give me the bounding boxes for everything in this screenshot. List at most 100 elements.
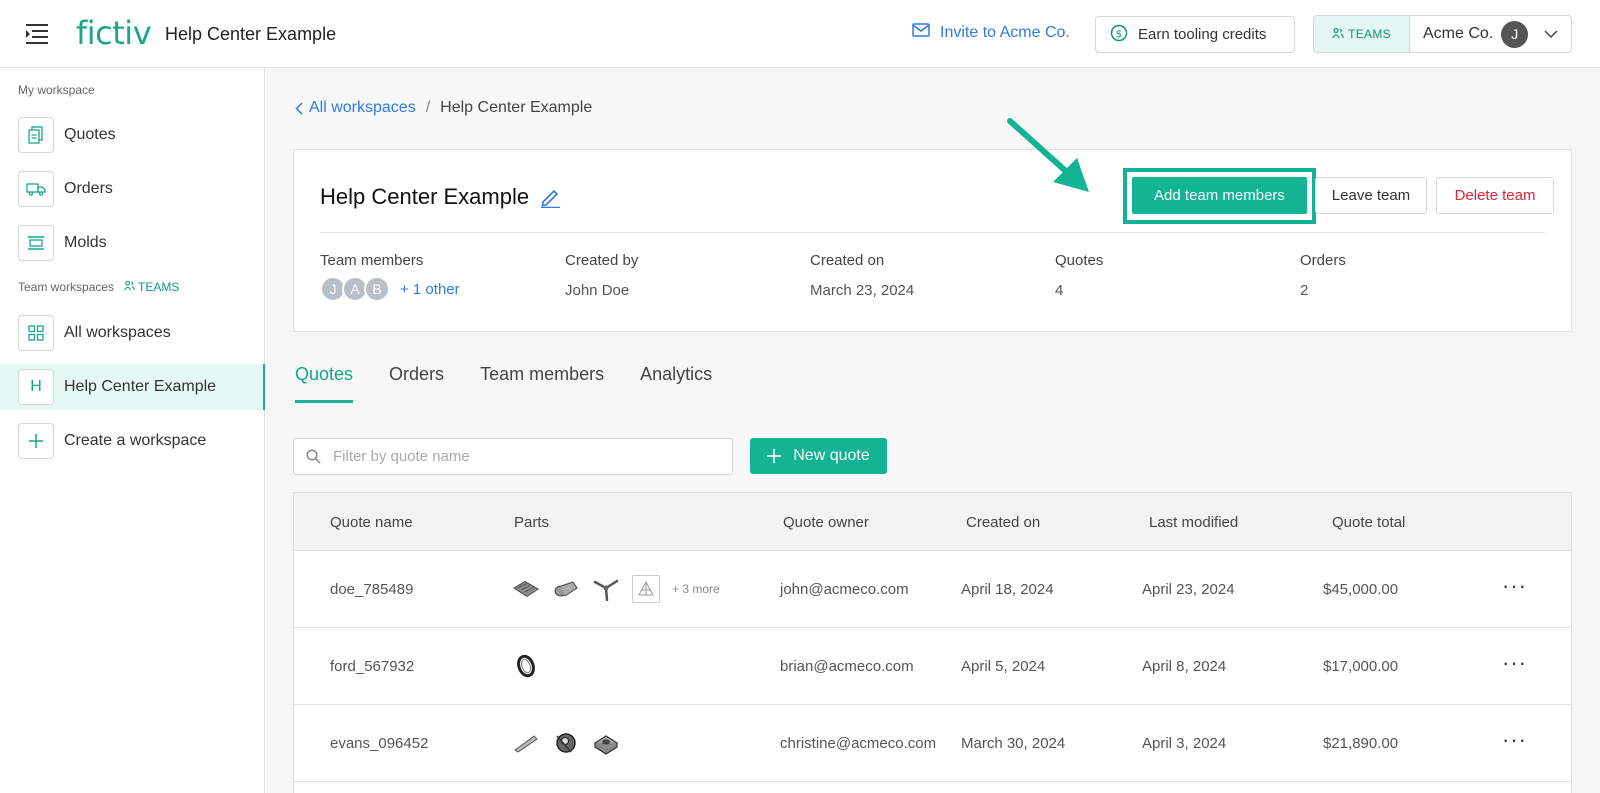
part-thumbnail-icon[interactable] — [552, 575, 580, 603]
teams-badge: TEAMS — [1314, 16, 1410, 52]
more-parts-label[interactable]: + 3 more — [672, 582, 720, 596]
tab-team-members[interactable]: Team members — [480, 364, 604, 403]
sidebar-item-label: Quotes — [64, 126, 116, 143]
more-members-link[interactable]: + 1 other — [400, 281, 460, 298]
part-thumbnails — [512, 729, 632, 757]
row-menu-icon[interactable]: ··· — [1502, 573, 1527, 599]
grid-icon — [18, 315, 54, 351]
sidebar-item-all-workspaces[interactable]: All workspaces — [0, 310, 265, 356]
teams-tag-label: TEAMS — [138, 280, 180, 294]
org-name: Acme Co. — [1423, 25, 1494, 42]
quote-name[interactable]: doe_785489 — [330, 581, 413, 598]
sidebar-item-orders[interactable]: Orders — [0, 166, 265, 212]
team-workspaces-label: Team workspaces — [18, 280, 115, 294]
delete-team-button[interactable]: Delete team — [1436, 177, 1554, 214]
earn-credits-label: Earn tooling credits — [1138, 26, 1267, 43]
quote-name[interactable]: ford_567932 — [330, 658, 414, 675]
member-avatars: J A B + 1 other — [320, 276, 460, 302]
part-thumbnail-icon[interactable] — [592, 575, 620, 603]
tab-analytics[interactable]: Analytics — [640, 364, 712, 403]
fictiv-logo[interactable]: fictiv — [76, 14, 152, 52]
invite-label: Invite to Acme Co. — [940, 23, 1070, 41]
app-title: Help Center Example — [165, 24, 337, 44]
quote-filter-input[interactable] — [333, 448, 713, 465]
breadcrumb-current: Help Center Example — [440, 99, 593, 116]
table-header: Quote name Parts Quote owner Created on … — [294, 493, 1571, 551]
org-selector[interactable]: Acme Co. J — [1410, 16, 1571, 52]
tab-quotes[interactable]: Quotes — [295, 364, 354, 403]
plus-icon — [767, 449, 782, 463]
column-header[interactable]: Quote name — [330, 514, 413, 531]
breadcrumb-separator: / — [425, 99, 431, 116]
tab-orders[interactable]: Orders — [389, 364, 444, 403]
sidebar-item-label: Help Center Example — [64, 378, 217, 395]
dollar-coin-icon: $ — [1110, 24, 1128, 46]
svg-text:$: $ — [1116, 29, 1122, 40]
chevron-down-icon — [1544, 29, 1558, 39]
member-avatar[interactable]: B — [364, 276, 390, 302]
card-divider — [320, 232, 1545, 233]
part-thumbnail-icon[interactable] — [512, 729, 540, 757]
breadcrumb: All workspaces / Help Center Example — [295, 99, 592, 117]
stat-value: March 23, 2024 — [810, 282, 915, 299]
pencil-edit-icon[interactable] — [539, 186, 561, 208]
user-avatar[interactable]: J — [1501, 20, 1529, 48]
stat-label: Created on — [810, 252, 885, 269]
team-name: Help Center Example — [320, 184, 530, 209]
column-header[interactable]: Quote owner — [783, 514, 869, 531]
people-icon — [124, 280, 135, 294]
created-on: April 5, 2024 — [961, 658, 1046, 675]
account-switcher[interactable]: TEAMS Acme Co. J — [1313, 15, 1572, 53]
teams-badge-label: TEAMS — [1348, 27, 1391, 41]
invite-link[interactable]: Invite to Acme Co. — [912, 23, 1070, 42]
stat-created-by: Created by John Doe — [565, 252, 638, 299]
team-workspaces-heading: Team workspaces TEAMS — [18, 280, 179, 294]
truck-icon — [18, 171, 54, 207]
column-header[interactable]: Created on — [966, 514, 1040, 531]
stat-value: 2 — [1300, 282, 1309, 299]
quote-total: $17,000.00 — [1323, 658, 1399, 675]
created-on: March 30, 2024 — [961, 735, 1066, 752]
quote-name[interactable]: evans_096452 — [330, 735, 428, 752]
quote-owner: john@acmeco.com — [780, 581, 909, 598]
table-row[interactable]: doe_785489 + 3 more john@acmeco.com Apri… — [294, 551, 1571, 628]
annotation-arrow-icon — [1005, 116, 1105, 206]
table-row[interactable]: ford_567932 brian@acmeco.com April 5, 20… — [294, 628, 1571, 705]
plus-icon — [18, 423, 54, 459]
new-quote-button[interactable]: New quote — [750, 438, 887, 474]
sidebar-item-molds[interactable]: Molds — [0, 220, 265, 266]
part-thumbnail-icon[interactable] — [512, 652, 540, 680]
part-thumbnail-icon[interactable] — [592, 729, 620, 757]
part-thumbnail-icon[interactable] — [512, 575, 540, 603]
sidebar-item-label: Molds — [64, 234, 107, 251]
menu-toggle-icon[interactable] — [26, 23, 50, 45]
tab-bar: Quotes Orders Team members Analytics — [295, 364, 748, 403]
teams-tag: TEAMS — [124, 280, 179, 294]
main-content: All workspaces / Help Center Example Hel… — [265, 68, 1600, 793]
leave-team-button[interactable]: Leave team — [1315, 177, 1427, 214]
last-modified: April 3, 2024 — [1142, 735, 1227, 752]
row-menu-icon[interactable]: ··· — [1502, 727, 1527, 753]
stat-quotes: Quotes 4 — [1055, 252, 1103, 299]
stat-team-members: Team members J A B + 1 other — [320, 252, 460, 302]
team-title: Help Center Example — [320, 184, 561, 210]
part-placeholder-icon[interactable] — [632, 575, 660, 603]
add-team-members-button[interactable]: Add team members — [1132, 177, 1307, 214]
workspace-initial-icon: H — [18, 369, 54, 405]
stat-label: Orders — [1300, 252, 1346, 269]
breadcrumb-back-link[interactable]: All workspaces — [295, 99, 416, 117]
table-row[interactable]: evans_096452 christine@acmeco.com March … — [294, 705, 1571, 782]
last-modified: April 8, 2024 — [1142, 658, 1227, 675]
stat-created-on: Created on March 23, 2024 — [810, 252, 914, 299]
quote-owner: christine@acmeco.com — [780, 735, 937, 752]
sidebar-item-quotes[interactable]: Quotes — [0, 112, 265, 158]
sidebar-item-label: Orders — [64, 180, 113, 197]
sidebar-item-create-workspace[interactable]: Create a workspace — [0, 418, 265, 464]
row-menu-icon[interactable]: ··· — [1502, 650, 1527, 676]
sidebar-item-help-center-example[interactable]: H Help Center Example — [0, 364, 265, 410]
part-thumbnail-icon[interactable] — [552, 729, 580, 757]
earn-credits-button[interactable]: $ Earn tooling credits — [1095, 16, 1295, 53]
column-header[interactable]: Last modified — [1149, 514, 1238, 531]
mold-icon — [18, 225, 54, 261]
column-header[interactable]: Quote total — [1332, 514, 1405, 531]
